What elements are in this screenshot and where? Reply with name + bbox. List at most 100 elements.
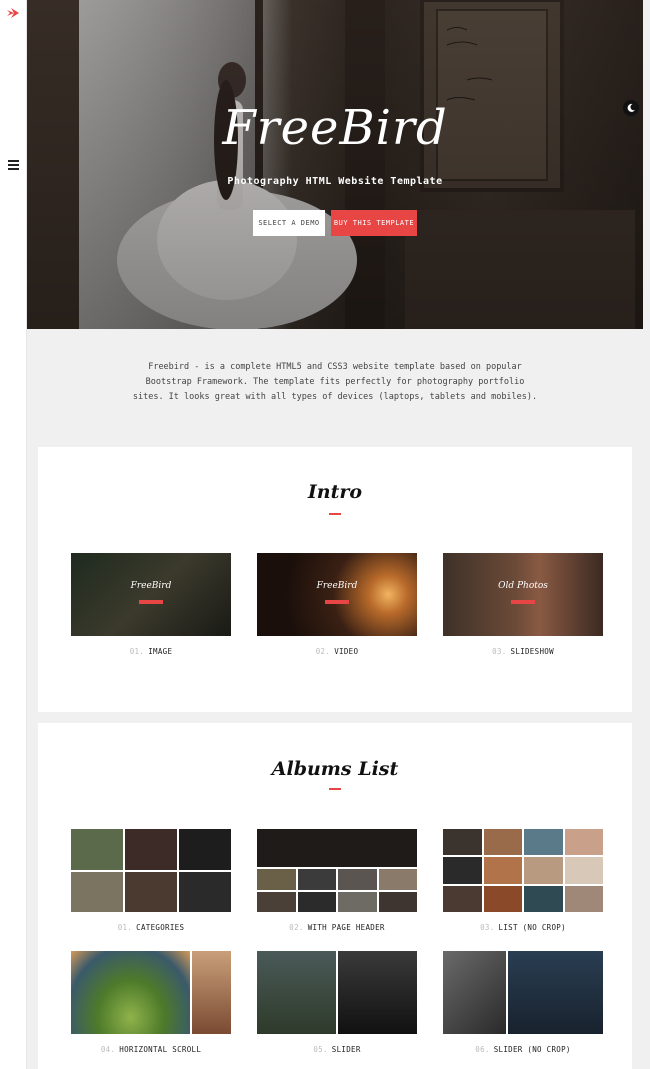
thumb-grid — [257, 951, 417, 1034]
buy-template-button[interactable]: BUY THIS TEMPLATE — [331, 210, 417, 236]
thumb-cell — [483, 857, 522, 884]
intro-thumb-slideshow[interactable]: Old Photos — [443, 553, 603, 636]
hero-tagline: Photography HTML Website Template — [227, 176, 443, 187]
thumb-cell — [191, 951, 231, 1034]
thumb-cell — [443, 951, 507, 1034]
title-underline — [329, 788, 341, 790]
caption-label: SLIDESHOW — [510, 647, 554, 656]
thumb-cell — [297, 891, 336, 912]
album-thumb-slider[interactable] — [257, 951, 417, 1034]
intro-caption-image[interactable]: 01. IMAGE — [71, 647, 231, 656]
thumb-grid — [257, 869, 417, 912]
thumb-grid — [71, 951, 231, 1034]
caption-number: 01. — [117, 923, 133, 932]
hamburger-menu-icon[interactable] — [8, 160, 19, 170]
thumb-cell — [483, 829, 522, 856]
caption-number: 02. — [289, 923, 304, 932]
caption-label: LIST (NO CROP) — [498, 923, 566, 932]
thumb-cell — [378, 869, 417, 890]
thumb-brand: FreeBird — [316, 581, 358, 591]
thumb-cell — [71, 951, 190, 1034]
thumb-cell — [125, 871, 177, 912]
select-demo-button[interactable]: SELECT A DEMO — [253, 210, 325, 236]
albums-section: Albums List 01. CATEGORIES 02. WITH PAGE… — [38, 723, 632, 1069]
intro-thumb-image[interactable]: FreeBird — [71, 553, 231, 636]
description-line: Freebird - is a complete HTML5 and CSS3 … — [148, 362, 522, 372]
thumb-cell — [564, 829, 603, 856]
album-caption-horizontal-scroll[interactable]: 04. HORIZONTAL SCROLL — [71, 1045, 231, 1054]
intro-caption-slideshow[interactable]: 03. SLIDESHOW — [443, 647, 603, 656]
thumb-cell — [338, 951, 417, 1034]
caption-label: IMAGE — [148, 647, 173, 656]
thumb-cell — [378, 891, 417, 912]
album-thumb-categories[interactable] — [71, 829, 231, 912]
thumb-cell — [297, 869, 336, 890]
thumb-cell — [179, 829, 231, 870]
caption-label: WITH PAGE HEADER — [307, 923, 385, 932]
album-thumb-horizontal-scroll[interactable] — [71, 951, 231, 1034]
thumb-cell — [524, 885, 563, 912]
intro-title: Intro — [307, 481, 363, 503]
hero-overlay — [27, 0, 643, 329]
caption-number: 03. — [492, 647, 507, 656]
hero-button-group: SELECT A DEMO BUY THIS TEMPLATE — [27, 210, 643, 236]
caption-number: 06. — [475, 1045, 490, 1054]
thumb-cell — [71, 871, 123, 912]
thumb-cell — [564, 857, 603, 884]
intro-caption-video[interactable]: 02. VIDEO — [257, 647, 417, 656]
thumb-cell — [125, 829, 177, 870]
caption-number: 05. — [313, 1045, 328, 1054]
thumb-button — [511, 600, 535, 604]
intro-section: Intro FreeBird 01. IMAGE FreeBird 02. VIDE… — [38, 447, 632, 712]
thumb-grid — [443, 829, 603, 912]
caption-label: CATEGORIES — [136, 923, 185, 932]
thumb-cell — [508, 951, 603, 1034]
thumb-grid — [443, 951, 603, 1034]
thumb-cell — [338, 869, 377, 890]
album-caption-slider-no-crop[interactable]: 06. SLIDER (NO CROP) — [443, 1045, 603, 1054]
thumb-cell — [71, 829, 123, 870]
thumb-cell — [443, 857, 482, 884]
caption-label: SLIDER (NO CROP) — [493, 1045, 571, 1054]
thumb-brand: Old Photos — [498, 581, 548, 591]
thumb-cell — [257, 951, 336, 1034]
thumb-cell — [483, 885, 522, 912]
thumb-cell — [257, 891, 296, 912]
album-thumb-list-no-crop[interactable] — [443, 829, 603, 912]
thumb-header — [257, 829, 417, 867]
description-line: sites. It looks great with all types of … — [132, 392, 538, 402]
thumb-grid — [71, 829, 231, 912]
albums-title: Albums List — [271, 758, 399, 780]
intro-thumb-video[interactable]: FreeBird — [257, 553, 417, 636]
caption-number: 04. — [100, 1045, 116, 1054]
thumb-brand: FreeBird — [130, 581, 172, 591]
thumb-cell — [179, 871, 231, 912]
hero-brand-title: FreeBird — [222, 100, 448, 156]
album-caption-slider[interactable]: 05. SLIDER — [257, 1045, 417, 1054]
caption-label: VIDEO — [334, 647, 359, 656]
caption-label: SLIDER — [331, 1045, 361, 1054]
caption-number: 03. — [480, 923, 495, 932]
caption-number: 02. — [315, 647, 331, 656]
thumb-cell — [524, 857, 563, 884]
thumb-cell — [257, 869, 296, 890]
description-line: Bootstrap Framework. The template fits p… — [145, 377, 525, 387]
album-thumb-slider-no-crop[interactable] — [443, 951, 603, 1034]
album-caption-categories[interactable]: 01. CATEGORIES — [71, 923, 231, 932]
thumb-button — [139, 600, 163, 604]
hero-banner: FreeBird Photography HTML Website Templa… — [27, 0, 643, 329]
album-caption-page-header[interactable]: 02. WITH PAGE HEADER — [257, 923, 417, 932]
thumb-cell — [443, 829, 482, 856]
thumb-cell — [564, 885, 603, 912]
title-underline — [329, 513, 341, 515]
thumb-cell — [443, 885, 482, 912]
album-thumb-page-header[interactable] — [257, 829, 417, 912]
thumb-cell — [524, 829, 563, 856]
bird-logo-icon[interactable] — [7, 8, 19, 18]
intro-description: Freebird - is a complete HTML5 and CSS3 … — [27, 360, 643, 405]
thumb-cell — [338, 891, 377, 912]
album-caption-list-no-crop[interactable]: 03. LIST (NO CROP) — [443, 923, 603, 932]
side-rail — [0, 0, 27, 1069]
caption-label: HORIZONTAL SCROLL — [119, 1045, 202, 1054]
caption-number: 01. — [129, 647, 145, 656]
